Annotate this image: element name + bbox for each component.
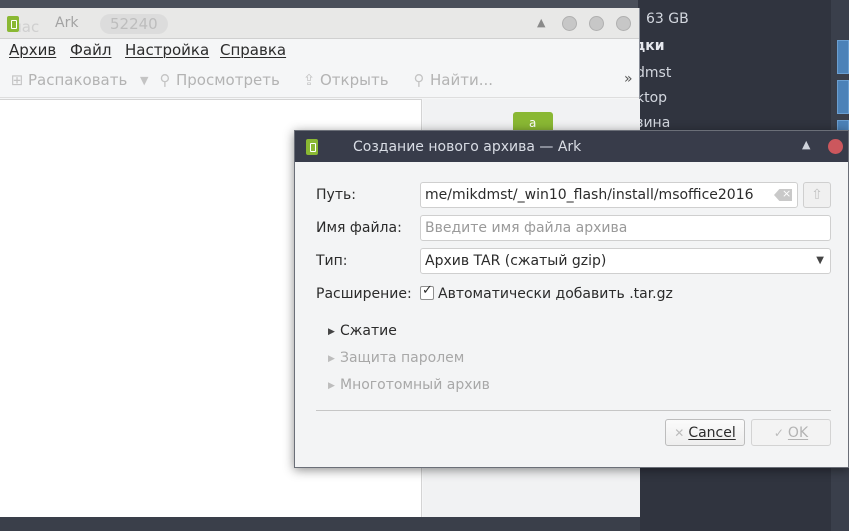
search-icon: ⚲ (159, 71, 171, 89)
password-expander[interactable]: ▶ Защита паролем (328, 350, 464, 366)
expand-arrow-icon: ▶ (328, 381, 335, 391)
menu-help[interactable]: Справка (220, 41, 286, 59)
find-button[interactable]: ⚲ Найти... (412, 71, 494, 89)
extract-button[interactable]: ⊞ Распаковать (10, 71, 128, 89)
cancel-button[interactable]: ✕ Cancel (665, 419, 745, 446)
ghost-counter: 52240 (100, 14, 168, 34)
chevron-down-icon: ▼ (816, 255, 824, 266)
dialog-body: Путь: me/mikdmst/_win10_flash/install/ms… (295, 162, 848, 467)
dialog-close-button[interactable] (828, 139, 843, 154)
minimize-button[interactable] (562, 16, 577, 31)
type-value: Архив TAR (сжатый gzip) (425, 253, 607, 269)
place-trash[interactable]: зина (636, 115, 670, 131)
expand-arrow-icon: ▶ (328, 327, 335, 337)
toolbar: ⊞ Распаковать ▼ ⚲ Просмотреть ⇪ Открыть ⚲ На… (0, 62, 639, 98)
close-button[interactable] (616, 16, 631, 31)
window-menu-caret-icon[interactable]: ▲ (802, 138, 810, 151)
expand-arrow-icon: ▶ (328, 354, 335, 364)
type-select[interactable]: Архив TAR (сжатый gzip) ▼ (420, 248, 831, 274)
filename-input[interactable]: Введите имя файла архива (420, 215, 831, 241)
compression-expander[interactable]: ▶ Сжатие (328, 323, 397, 339)
dialog-title: Создание нового архива — Ark (353, 139, 582, 155)
check-icon: ✓ (773, 426, 784, 440)
cancel-icon: ✕ (674, 426, 685, 440)
background-tile (837, 40, 849, 74)
menu-archive[interactable]: Архив (9, 41, 56, 59)
path-label: Путь: (316, 187, 356, 203)
extension-checkbox[interactable] (420, 283, 434, 300)
path-field[interactable]: me/mikdmst/_win10_flash/install/msoffice… (420, 182, 798, 208)
type-label: Тип: (316, 253, 348, 269)
open-icon: ⇪ (302, 71, 316, 89)
extract-dropdown-icon[interactable]: ▼ (140, 74, 148, 87)
open-button[interactable]: ⇪ Открыть (302, 71, 389, 89)
ok-button[interactable]: ✓ OK (751, 419, 831, 446)
filename-placeholder: Введите имя файла архива (425, 220, 628, 236)
preview-button[interactable]: ⚲ Просмотреть (158, 71, 280, 89)
extension-checkbox-label: Автоматически добавить .tar.gz (438, 286, 673, 302)
place-home[interactable]: dmst (636, 65, 671, 81)
ark-app-icon (7, 16, 19, 32)
background-window-strip (0, 0, 640, 8)
menu-file[interactable]: Файл (70, 41, 111, 59)
create-archive-dialog: Создание нового архива — Ark ▲ Путь: me/… (294, 130, 849, 468)
browse-button[interactable]: ⇧ (803, 182, 831, 208)
find-icon: ⚲ (413, 71, 425, 89)
menubar: Архив Файл Настройка Справка (0, 39, 639, 62)
storage-size: 63 GB (646, 11, 689, 27)
window-menu-caret-icon[interactable]: ▲ (537, 16, 545, 29)
ark-titlebar[interactable]: пас Ark 52240 ▲ (0, 8, 639, 39)
extract-icon: ⊞ (10, 71, 24, 89)
clear-icon[interactable] (774, 189, 792, 201)
maximize-button[interactable] (589, 16, 604, 31)
filename-label: Имя файла: (316, 220, 402, 236)
extension-checkbox-row[interactable]: Автоматически добавить .tar.gz (420, 283, 673, 302)
extension-label: Расширение: (316, 286, 412, 302)
ark-window-title: Ark (55, 15, 79, 31)
path-value: me/mikdmst/_win10_flash/install/msoffice… (425, 187, 754, 203)
place-desktop[interactable]: ktop (636, 90, 667, 106)
toolbar-overflow-button[interactable]: » (624, 71, 633, 87)
dialog-titlebar[interactable]: Создание нового архива — Ark ▲ (295, 131, 848, 162)
ark-app-icon (306, 139, 318, 155)
multivolume-expander[interactable]: ▶ Многотомный архив (328, 377, 490, 393)
background-tile (837, 80, 849, 114)
menu-settings[interactable]: Настройка (125, 41, 209, 59)
dialog-separator (316, 410, 831, 411)
background-window-strip-bottom (0, 517, 640, 531)
upload-icon: ⇧ (811, 187, 823, 203)
